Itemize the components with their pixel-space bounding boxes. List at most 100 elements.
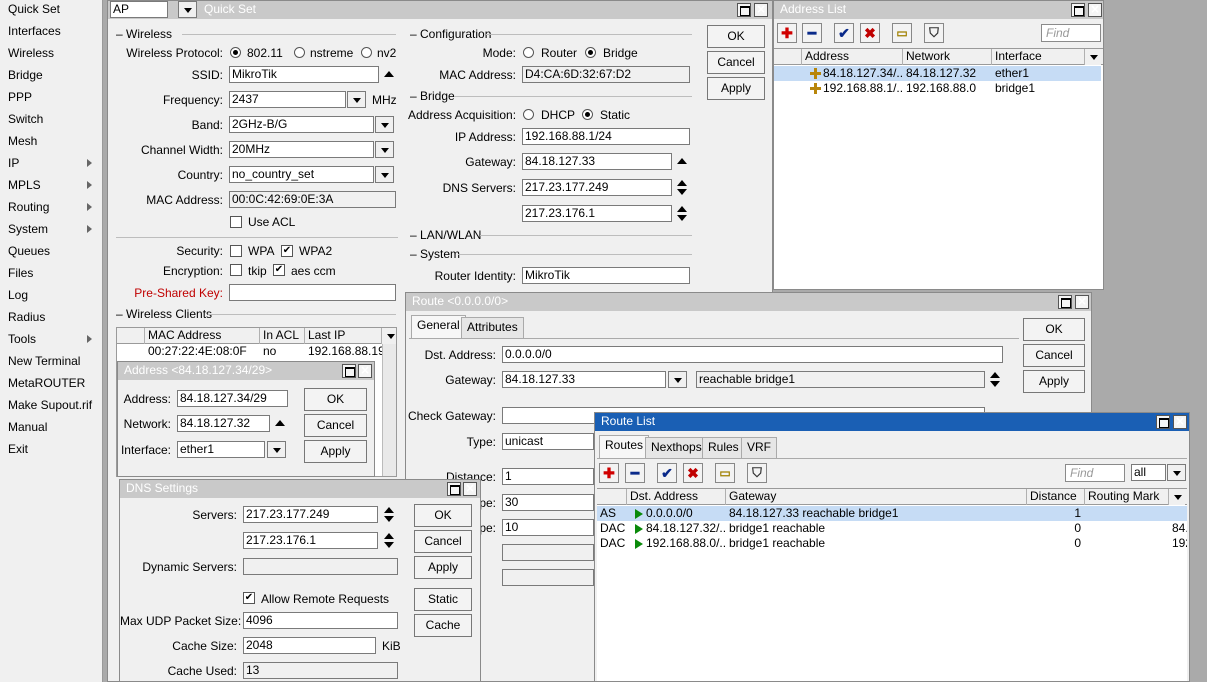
chevron-down-icon[interactable]	[668, 371, 687, 388]
country-select[interactable]: no_country_set	[229, 166, 374, 183]
comment-icon[interactable]: ▭	[715, 463, 735, 483]
channel-width-select[interactable]: 20MHz	[229, 141, 374, 158]
sidebar-item-log[interactable]: Log	[0, 286, 102, 308]
dst-address-input[interactable]: 0.0.0.0/0	[502, 346, 1003, 363]
table-row[interactable]: DAC 192.168.88.0/... bridge1 reachable 0…	[597, 536, 1187, 551]
gateway-input[interactable]: 84.18.127.33	[522, 153, 672, 170]
sidebar-item-mpls[interactable]: MPLS	[0, 176, 102, 198]
find-input[interactable]: Find	[1065, 464, 1125, 482]
protocol-nstreme-radio[interactable]	[294, 47, 305, 58]
maximize-icon[interactable]	[342, 364, 356, 378]
remove-icon[interactable]: ━	[625, 463, 645, 483]
sidebar-item-radius[interactable]: Radius	[0, 308, 102, 330]
updown-arrows-icon[interactable]	[384, 533, 394, 549]
maximize-icon[interactable]	[1071, 3, 1085, 17]
cancel-button[interactable]: Cancel	[707, 51, 765, 74]
sidebar-item-tools[interactable]: Tools	[0, 330, 102, 352]
table-row[interactable]: DAC 84.18.127.32/... bridge1 reachable 0…	[597, 521, 1187, 536]
sidebar-item-ip[interactable]: IP	[0, 154, 102, 176]
quick-set-titlebar[interactable]: AP Quick Set ×	[108, 1, 772, 19]
column-network[interactable]: Network	[903, 49, 992, 65]
tab-rules[interactable]: Rules	[702, 437, 745, 458]
chevron-down-icon[interactable]	[375, 116, 394, 133]
updown-arrows-icon[interactable]	[384, 507, 394, 523]
table-row[interactable]: 00:27:22:4E:08:0F no 192.168.88.19	[117, 344, 382, 359]
sidebar-item-quick-set[interactable]: Quick Set	[0, 0, 102, 22]
sidebar-item-make-supout[interactable]: Make Supout.rif	[0, 396, 102, 418]
updown-arrows-icon[interactable]	[677, 180, 687, 196]
chevron-down-icon[interactable]	[1169, 489, 1185, 505]
target-scope-input[interactable]: 10	[502, 519, 594, 536]
chevron-down-icon[interactable]	[178, 1, 197, 18]
sidebar-item-bridge[interactable]: Bridge	[0, 66, 102, 88]
comment-icon[interactable]: ▭	[892, 23, 912, 43]
filter-icon[interactable]: ⛉	[924, 23, 944, 43]
acq-static-radio[interactable]	[582, 109, 593, 120]
sidebar-item-system[interactable]: System	[0, 220, 102, 242]
chevron-down-icon[interactable]	[375, 141, 394, 158]
wpa-checkbox[interactable]	[230, 245, 242, 257]
maximize-icon[interactable]	[737, 3, 751, 17]
column-dst-address[interactable]: Dst. Address	[627, 489, 726, 505]
sidebar-item-metarouter[interactable]: MetaROUTER	[0, 374, 102, 396]
chevron-down-icon[interactable]	[1167, 464, 1186, 481]
chevron-down-icon[interactable]	[347, 91, 366, 108]
sidebar-item-queues[interactable]: Queues	[0, 242, 102, 264]
max-udp-input[interactable]: 4096	[243, 612, 398, 629]
allow-remote-requests-checkbox[interactable]: ✔	[243, 592, 255, 604]
mode-bridge-radio[interactable]	[585, 47, 596, 58]
maximize-icon[interactable]	[1156, 415, 1170, 429]
tab-routes[interactable]: Routes	[599, 435, 650, 458]
route-list-titlebar[interactable]: Route List ×	[595, 413, 1189, 431]
close-icon[interactable]: ×	[463, 482, 477, 496]
sidebar-item-ppp[interactable]: PPP	[0, 88, 102, 110]
column-last-ip[interactable]: Last IP	[305, 328, 382, 344]
filter-icon[interactable]: ⛉	[747, 463, 767, 483]
tab-attributes[interactable]: Attributes	[461, 317, 524, 338]
scope-input[interactable]: 30	[502, 494, 594, 511]
tab-nexthops[interactable]: Nexthops	[645, 437, 708, 458]
table-row[interactable]: 84.18.127.34/... 84.18.127.32 ether1	[774, 66, 1101, 81]
tkip-checkbox[interactable]	[230, 264, 242, 276]
cache-size-input[interactable]: 2048	[243, 637, 376, 654]
ip-address-input[interactable]: 192.168.88.1/24	[522, 128, 690, 145]
ok-button[interactable]: OK	[304, 388, 367, 411]
close-icon[interactable]: ×	[358, 364, 372, 378]
sidebar-item-manual[interactable]: Manual	[0, 418, 102, 440]
sidebar-item-files[interactable]: Files	[0, 264, 102, 286]
add-icon[interactable]: ✚	[777, 23, 797, 43]
pre-shared-key-input[interactable]	[229, 284, 396, 301]
cancel-button[interactable]: Cancel	[414, 530, 472, 553]
ssid-input[interactable]: MikroTik	[229, 66, 379, 83]
network-input[interactable]: 84.18.127.32	[177, 415, 270, 432]
close-icon[interactable]: ×	[1173, 415, 1187, 429]
static-button[interactable]: Static	[414, 588, 472, 611]
distance-input[interactable]: 1	[502, 468, 594, 485]
updown-arrows-icon[interactable]	[990, 372, 1000, 388]
close-icon[interactable]: ×	[754, 3, 768, 17]
quickset-mode-select[interactable]: AP	[110, 1, 168, 18]
dns-server-2-input[interactable]: 217.23.176.1	[243, 532, 378, 549]
column-distance[interactable]: Distance	[1027, 489, 1085, 505]
column-routing-mark[interactable]: Routing Mark	[1085, 489, 1169, 505]
dns-server-1-input[interactable]: 217.23.177.249	[243, 506, 378, 523]
dns-server-1-input[interactable]: 217.23.177.249	[522, 179, 672, 196]
chevron-down-icon[interactable]	[1085, 49, 1101, 65]
sidebar-item-wireless[interactable]: Wireless	[0, 44, 102, 66]
chevron-down-icon[interactable]	[382, 328, 396, 344]
use-acl-checkbox[interactable]	[230, 216, 242, 228]
protocol-80211-radio[interactable]	[230, 47, 241, 58]
enable-check-icon[interactable]: ✔	[657, 463, 677, 483]
enable-check-icon[interactable]: ✔	[834, 23, 854, 43]
apply-button[interactable]: Apply	[707, 77, 765, 100]
address-list-titlebar[interactable]: Address List ×	[774, 1, 1103, 19]
sidebar-item-interfaces[interactable]: Interfaces	[0, 22, 102, 44]
interface-select[interactable]: ether1	[177, 441, 265, 458]
sidebar-item-mesh[interactable]: Mesh	[0, 132, 102, 154]
column-interface[interactable]: Interface	[992, 49, 1085, 65]
frequency-select[interactable]: 2437	[229, 91, 346, 108]
close-icon[interactable]: ×	[1088, 3, 1102, 17]
gateway-input[interactable]: 84.18.127.33	[502, 371, 666, 388]
type-select[interactable]: unicast	[502, 433, 594, 450]
maximize-icon[interactable]	[447, 482, 461, 496]
